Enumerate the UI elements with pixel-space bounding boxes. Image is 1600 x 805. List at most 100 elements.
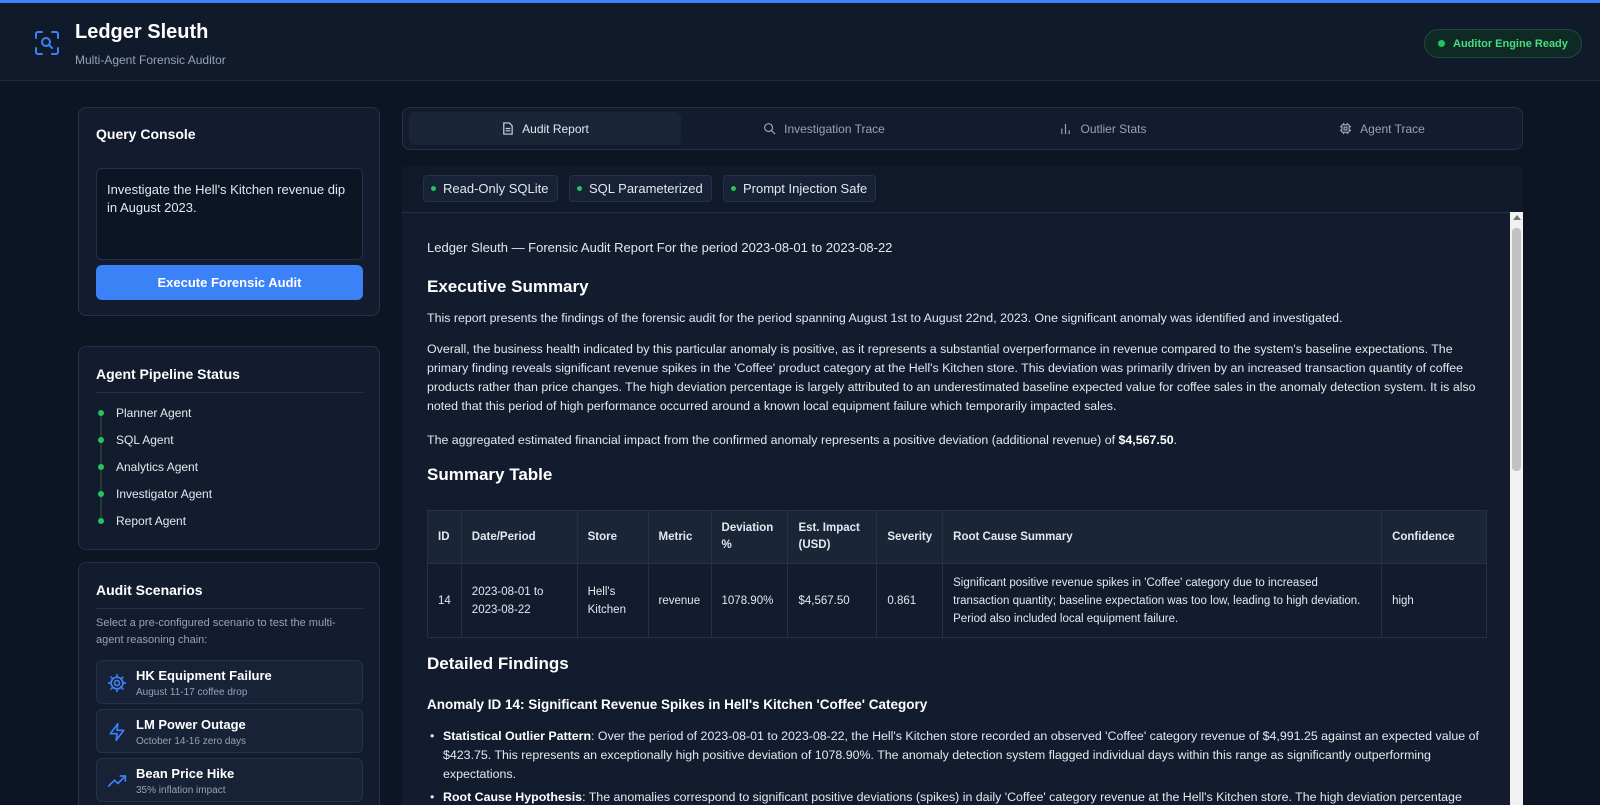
column-header: Est. Impact (USD) (787, 510, 878, 564)
security-badge: Read-Only SQLite (423, 175, 558, 202)
engine-status-label: Auditor Engine Ready (1453, 37, 1568, 50)
stage-dot-icon (98, 410, 104, 416)
finding-bullet: Root Cause Hypothesis: The anomalies cor… (430, 788, 1490, 805)
executive-summary-paragraph: This report presents the findings of the… (427, 311, 1343, 325)
table-cell: $4,567.50 (787, 563, 878, 638)
pipeline-status-card: Agent Pipeline Status Planner Agent SQL … (78, 346, 380, 550)
scenarios-description: Select a pre-configured scenario to test… (96, 617, 336, 647)
bar-chart-icon (1061, 123, 1071, 135)
stage-label: SQL Agent (116, 433, 174, 447)
scenario-lm-power-outage[interactable]: LM Power Outage October 14-16 zero days (96, 709, 363, 753)
impact-amount: $4,567.50 (1118, 433, 1174, 447)
column-header: Severity (876, 510, 944, 564)
finding-bullet: Statistical Outlier Pattern: Over the pe… (430, 727, 1490, 784)
pipeline-stage: SQL Agent (96, 431, 174, 449)
table-cell: Hell's Kitchen (576, 563, 649, 638)
impact-text-end: . (1173, 433, 1178, 447)
chip-icon (1340, 122, 1352, 135)
scenario-description: August 11-17 coffee drop (136, 687, 248, 698)
stage-dot-icon (98, 518, 104, 524)
tab-investigation-trace[interactable]: Investigation Trace (688, 112, 960, 145)
pipeline-title: Agent Pipeline Status (96, 366, 240, 382)
scenario-name: Bean Price Hike (136, 766, 235, 781)
stage-dot-icon (98, 491, 104, 497)
table-header-row: ID Date/Period Store Metric Deviation % … (427, 510, 1487, 564)
badge-dot-icon (731, 186, 736, 191)
badge-dot-icon (431, 186, 436, 191)
divider (96, 392, 363, 393)
scenario-name: HK Equipment Failure (136, 668, 272, 683)
security-badges-bar: Read-Only SQLite SQL Parameterized Promp… (402, 167, 1523, 212)
audit-scenarios-card: Audit Scenarios Select a pre-configured … (78, 562, 380, 805)
table-cell: 1078.90% (710, 563, 789, 638)
column-header: Metric (647, 510, 712, 564)
trend-up-icon (107, 775, 127, 787)
bullet-text: : Over the period of 2023-08-01 to 2023-… (443, 729, 1479, 781)
executive-summary-heading: Executive Summary (427, 277, 589, 296)
document-icon (503, 122, 513, 135)
scenario-bean-price-hike[interactable]: Bean Price Hike 35% inflation impact (96, 758, 363, 802)
pipeline-stage: Analytics Agent (96, 458, 198, 476)
summary-table-heading: Summary Table (427, 465, 553, 484)
stage-label: Investigator Agent (116, 487, 213, 501)
app-header: Ledger Sleuth Multi-Agent Forensic Audit… (0, 3, 1600, 81)
badge-label: SQL Parameterized (589, 181, 703, 196)
scenarios-title: Audit Scenarios (96, 582, 203, 598)
search-icon (764, 123, 776, 135)
scroll-up-arrow-icon[interactable] (1513, 215, 1521, 220)
pipeline-stage: Investigator Agent (96, 485, 212, 503)
table-cell: high (1381, 563, 1487, 638)
scenario-description: October 14-16 zero days (136, 736, 247, 747)
bullet-label: Statistical Outlier Pattern (443, 729, 592, 743)
query-console-title: Query Console (96, 126, 196, 142)
table-cell: 14 (427, 563, 462, 638)
tab-outlier-stats[interactable]: Outlier Stats (967, 112, 1239, 145)
badge-label: Prompt Injection Safe (743, 181, 868, 196)
tab-label: Agent Trace (1360, 121, 1425, 136)
bullet-text: : The anomalies correspond to significan… (582, 790, 1462, 804)
report-tabs: Audit Report Investigation Trace Outlier… (402, 107, 1523, 150)
stage-dot-icon (98, 437, 104, 443)
engine-status-badge: Auditor Engine Ready (1424, 29, 1582, 58)
column-header: Root Cause Summary (942, 510, 1383, 564)
executive-summary-paragraph: Overall, the business health indicated b… (427, 342, 1476, 413)
stage-label: Planner Agent (116, 406, 192, 420)
scrollbar-thumb[interactable] (1512, 228, 1521, 471)
report-scrollbar[interactable] (1510, 212, 1523, 805)
execute-audit-button[interactable]: Execute Forensic Audit (96, 265, 363, 300)
table-cell: Significant positive revenue spikes in '… (942, 563, 1383, 638)
tab-agent-trace[interactable]: Agent Trace (1246, 112, 1518, 145)
impact-text: The aggregated estimated financial impac… (427, 433, 1119, 447)
impact-paragraph: The aggregated estimated financial impac… (427, 431, 1497, 450)
query-input[interactable]: Investigate the Hell's Kitchen revenue d… (96, 168, 363, 260)
tab-label: Audit Report (522, 121, 589, 136)
stage-label: Analytics Agent (116, 460, 199, 474)
security-badge: Prompt Injection Safe (723, 175, 877, 202)
anomaly-heading: Anomaly ID 14: Significant Revenue Spike… (427, 697, 928, 712)
status-dot-icon (1438, 40, 1445, 47)
column-header: Confidence (1381, 510, 1487, 564)
table-cell: 2023-08-01 to 2023-08-22 (460, 563, 578, 638)
tab-label: Outlier Stats (1080, 121, 1147, 136)
tab-audit-report[interactable]: Audit Report (409, 112, 681, 145)
table-row: 14 2023-08-01 to 2023-08-22 Hell's Kitch… (427, 563, 1487, 638)
divider (96, 608, 363, 609)
scenario-description: 35% inflation impact (136, 785, 226, 796)
badge-dot-icon (577, 186, 582, 191)
lightning-icon (109, 722, 125, 742)
badge-label: Read-Only SQLite (443, 181, 549, 196)
security-badge: SQL Parameterized (569, 175, 712, 202)
stage-dot-icon (98, 464, 104, 470)
scenario-hk-equipment-failure[interactable]: HK Equipment Failure August 11-17 coffee… (96, 660, 363, 704)
gear-icon (107, 673, 127, 693)
report-header: Ledger Sleuth — Forensic Audit Report Fo… (427, 240, 893, 255)
detailed-findings-heading: Detailed Findings (427, 654, 569, 673)
app-title: Ledger Sleuth (75, 21, 209, 43)
summary-table: ID Date/Period Store Metric Deviation % … (427, 510, 1487, 638)
pipeline-stage: Report Agent (96, 512, 186, 530)
scenario-name: LM Power Outage (136, 717, 246, 732)
column-header: Deviation % (710, 510, 789, 564)
query-console-card: Query Console Investigate the Hell's Kit… (78, 107, 380, 316)
app-subtitle: Multi-Agent Forensic Auditor (75, 53, 226, 67)
column-header: Store (576, 510, 649, 564)
